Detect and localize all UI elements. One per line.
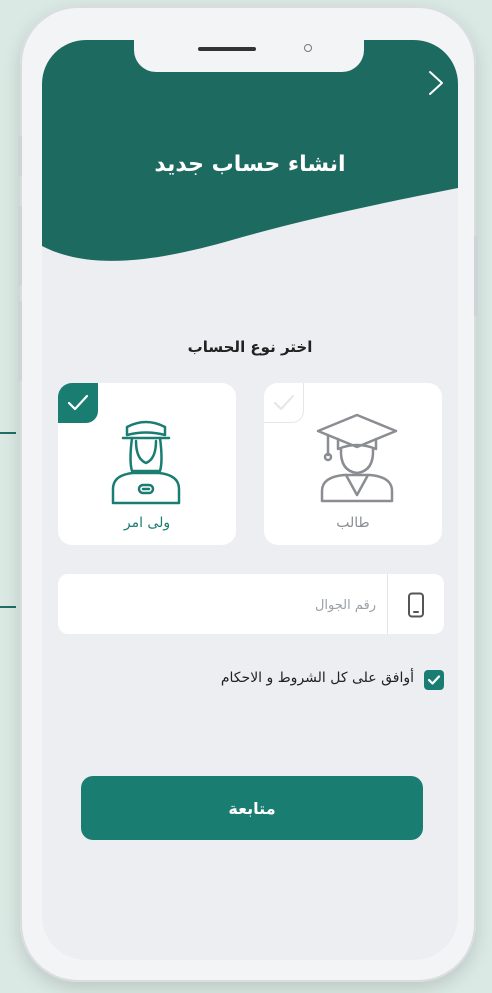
phone-icon-box — [387, 574, 444, 634]
guardian-icon — [111, 420, 181, 505]
app-screen: انشاء حساب جديد اختر نوع الحساب ولى امر — [42, 40, 458, 960]
side-button — [18, 301, 22, 381]
phone-notch — [134, 40, 364, 72]
checkmark-icon — [67, 394, 89, 411]
decor-line — [0, 606, 16, 608]
terms-row: أوافق على كل الشروط و الاحكام — [42, 668, 444, 692]
student-label: طالب — [336, 515, 370, 531]
checkmark-icon — [274, 395, 294, 410]
camera — [304, 44, 312, 52]
phone-input[interactable] — [84, 588, 378, 622]
page-title: انشاء حساب جديد — [154, 152, 346, 177]
mobile-phone-icon — [408, 592, 424, 618]
checkmark-icon — [427, 675, 441, 685]
phone-field-container — [58, 574, 444, 634]
unselected-checkbox — [264, 383, 304, 423]
selected-checkbox — [58, 383, 98, 423]
side-button — [18, 206, 22, 286]
speaker — [198, 47, 256, 51]
side-button — [18, 136, 22, 176]
chevron-right-icon — [429, 71, 443, 95]
decor-line — [0, 432, 16, 434]
account-option-student[interactable]: طالب — [264, 383, 442, 545]
side-button — [474, 236, 478, 316]
terms-label: أوافق على كل الشروط و الاحكام — [220, 670, 414, 686]
terms-checkbox[interactable] — [424, 670, 444, 690]
account-option-guardian[interactable]: ولى امر — [58, 383, 236, 545]
back-button[interactable] — [420, 66, 454, 100]
guardian-label: ولى امر — [123, 515, 171, 531]
graduate-student-icon — [316, 413, 398, 503]
continue-button[interactable]: متابعة — [81, 776, 423, 840]
account-type-label: اختر نوع الحساب — [187, 338, 313, 356]
